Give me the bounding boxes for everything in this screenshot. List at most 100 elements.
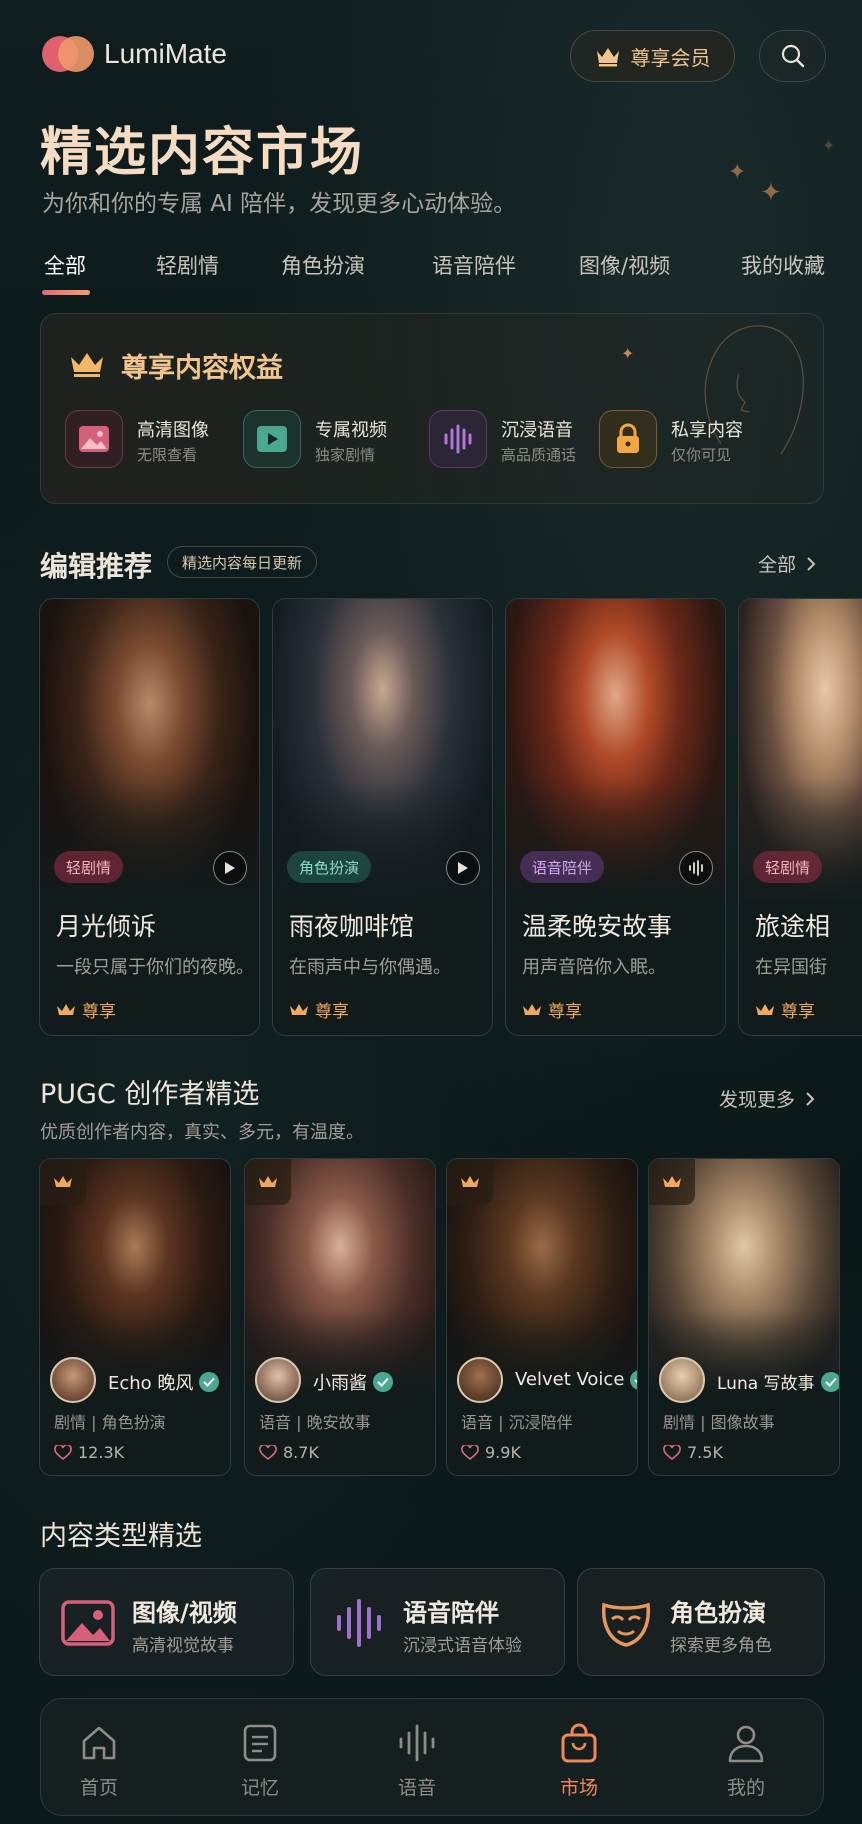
editor-card[interactable]: 角色扮演 雨夜咖啡馆 在雨声中与你偶遇。 尊享 (272, 598, 493, 1036)
premium-badge: 尊享 (56, 997, 116, 1022)
creator-name-text: 小雨酱 (313, 1373, 367, 1394)
editor-card[interactable]: 语音陪伴 温柔晚安故事 用声音陪你入眠。 尊享 (505, 598, 726, 1036)
sparkle-icon: ✦ (728, 160, 747, 185)
crown-icon (649, 1159, 695, 1205)
play-icon[interactable] (446, 851, 480, 885)
creator-name-text: Luna 写故事 (717, 1374, 815, 1394)
image-icon (61, 1600, 115, 1646)
verified-icon (820, 1371, 839, 1392)
content-type-roleplay[interactable]: 角色扮演 探索更多角色 (577, 1568, 825, 1676)
pugc-subtitle: 优质创作者内容，真实、多元，有温度。 (40, 1122, 364, 1143)
like-count[interactable]: 7.5K (663, 1443, 723, 1462)
creator-categories: 语音 | 沉浸陪伴 (461, 1413, 573, 1432)
pugc-title: PUGC 创作者精选 (40, 1079, 260, 1110)
benefit-name: 沉浸语音 (501, 420, 573, 441)
nav-label: 语音 (397, 1777, 436, 1799)
tab-roleplay[interactable]: 角色扮演 (281, 250, 365, 280)
crown-icon (57, 1003, 75, 1015)
premium-badge: 尊享 (522, 997, 582, 1022)
content-type-subtitle: 探索更多角色 (670, 1636, 772, 1656)
verified-icon (199, 1372, 220, 1392)
tab-all[interactable]: 全部 (44, 250, 86, 280)
waveform-icon (429, 410, 487, 468)
see-all-link[interactable]: 全部 (758, 550, 816, 577)
tab-image-video[interactable]: 图像/视频 (579, 250, 670, 280)
avatar (457, 1357, 503, 1403)
creator-name-text: Velvet Voice (515, 1369, 625, 1390)
play-icon[interactable] (213, 851, 247, 885)
waveform-icon[interactable] (679, 851, 713, 885)
premium-label: 尊享 (315, 1002, 349, 1022)
crown-icon (447, 1159, 493, 1205)
premium-label: 尊享 (82, 1002, 116, 1022)
benefit-name: 私享内容 (671, 420, 743, 441)
mask-icon (601, 1602, 651, 1647)
crown-icon (40, 1159, 86, 1205)
creator-card[interactable]: Velvet Voice 语音 | 沉浸陪伴 9.9K (446, 1158, 638, 1476)
content-types-title: 内容类型精选 (40, 1521, 202, 1552)
heart-icon (54, 1444, 72, 1460)
lock-icon (599, 410, 657, 468)
nav-profile[interactable]: 我的 (696, 1721, 796, 1800)
premium-label: 尊享 (781, 1002, 815, 1022)
creator-card[interactable]: 小雨酱 语音 | 晚安故事 8.7K (244, 1158, 436, 1476)
creator-card[interactable]: Echo 晚风 剧情 | 角色扮演 12.3K (39, 1158, 231, 1476)
crown-icon (523, 1003, 541, 1015)
waveform-icon (367, 1721, 467, 1765)
benefit-hd-image[interactable]: 高清图像 无限查看 (65, 410, 235, 470)
search-button[interactable] (759, 30, 826, 82)
avatar (659, 1357, 705, 1403)
card-description: 在雨声中与你偶遇。 (289, 957, 451, 978)
see-all-label: 全部 (758, 554, 797, 576)
premium-benefits-panel[interactable]: 尊享内容权益 ✦ 高清图像 无限查看 专属视频 独家剧情 沉浸语音 高品质通话 … (40, 313, 824, 504)
tab-favorites[interactable]: 我的收藏 (741, 250, 825, 280)
benefit-immersive-voice[interactable]: 沉浸语音 高品质通话 (429, 410, 589, 470)
discover-more-label: 发现更多 (719, 1089, 796, 1111)
like-count[interactable]: 8.7K (259, 1443, 319, 1462)
editor-card[interactable]: 轻剧情 月光倾诉 一段只属于你们的夜晚。 尊享 (39, 598, 260, 1036)
crown-icon (596, 48, 619, 67)
creator-name: Luna 写故事 (717, 1369, 839, 1394)
like-count[interactable]: 12.3K (54, 1443, 124, 1462)
daily-update-badge: 精选内容每日更新 (167, 546, 318, 578)
editor-card[interactable]: 轻剧情 旅途相 在异国街 尊享 (738, 598, 862, 1036)
tab-light-drama[interactable]: 轻剧情 (156, 250, 219, 280)
sparkle-icon: ✦ (760, 178, 782, 208)
category-tag: 轻剧情 (753, 851, 823, 883)
like-count-text: 8.7K (283, 1443, 319, 1462)
like-count[interactable]: 9.9K (461, 1443, 521, 1462)
content-type-voice[interactable]: 语音陪伴 沉浸式语音体验 (310, 1568, 565, 1676)
nav-memory[interactable]: 记忆 (210, 1721, 310, 1800)
nav-home[interactable]: 首页 (49, 1721, 149, 1800)
crown-icon (245, 1159, 291, 1205)
heart-icon (259, 1444, 277, 1460)
creator-categories: 剧情 | 角色扮演 (54, 1413, 166, 1432)
bag-icon (529, 1721, 629, 1765)
content-type-subtitle: 沉浸式语音体验 (403, 1636, 522, 1656)
vip-membership-button[interactable]: 尊享会员 (570, 30, 735, 82)
benefit-private-content[interactable]: 私享内容 仅你可见 (599, 410, 759, 470)
benefit-subtitle: 高品质通话 (501, 446, 577, 464)
page-subtitle: 为你和你的专属 AI 陪伴，发现更多心动体验。 (42, 191, 517, 217)
benefit-exclusive-video[interactable]: 专属视频 独家剧情 (243, 410, 413, 470)
tab-voice[interactable]: 语音陪伴 (432, 250, 516, 280)
premium-badge: 尊享 (755, 997, 815, 1022)
premium-badge: 尊享 (289, 997, 349, 1022)
card-title: 旅途相 (755, 912, 831, 941)
sparkle-icon: ✦ (621, 344, 635, 363)
nav-voice[interactable]: 语音 (367, 1721, 467, 1800)
content-type-name: 语音陪伴 (403, 1599, 499, 1627)
creator-card[interactable]: Luna 写故事 剧情 | 图像故事 7.5K (648, 1158, 840, 1476)
crown-icon (756, 1003, 774, 1015)
chevron-right-icon (807, 556, 816, 571)
discover-more-link[interactable]: 发现更多 (719, 1085, 815, 1112)
creator-categories: 语音 | 晚安故事 (259, 1413, 371, 1432)
creator-name: Echo 晚风 (108, 1369, 220, 1395)
user-icon (696, 1721, 796, 1765)
card-description: 在异国街 (755, 957, 827, 978)
search-icon (781, 44, 804, 68)
nav-label: 我的 (726, 1777, 765, 1799)
content-type-image-video[interactable]: 图像/视频 高清视觉故事 (39, 1568, 294, 1676)
nav-market[interactable]: 市场 (529, 1721, 629, 1800)
content-type-name: 角色扮演 (670, 1599, 766, 1627)
